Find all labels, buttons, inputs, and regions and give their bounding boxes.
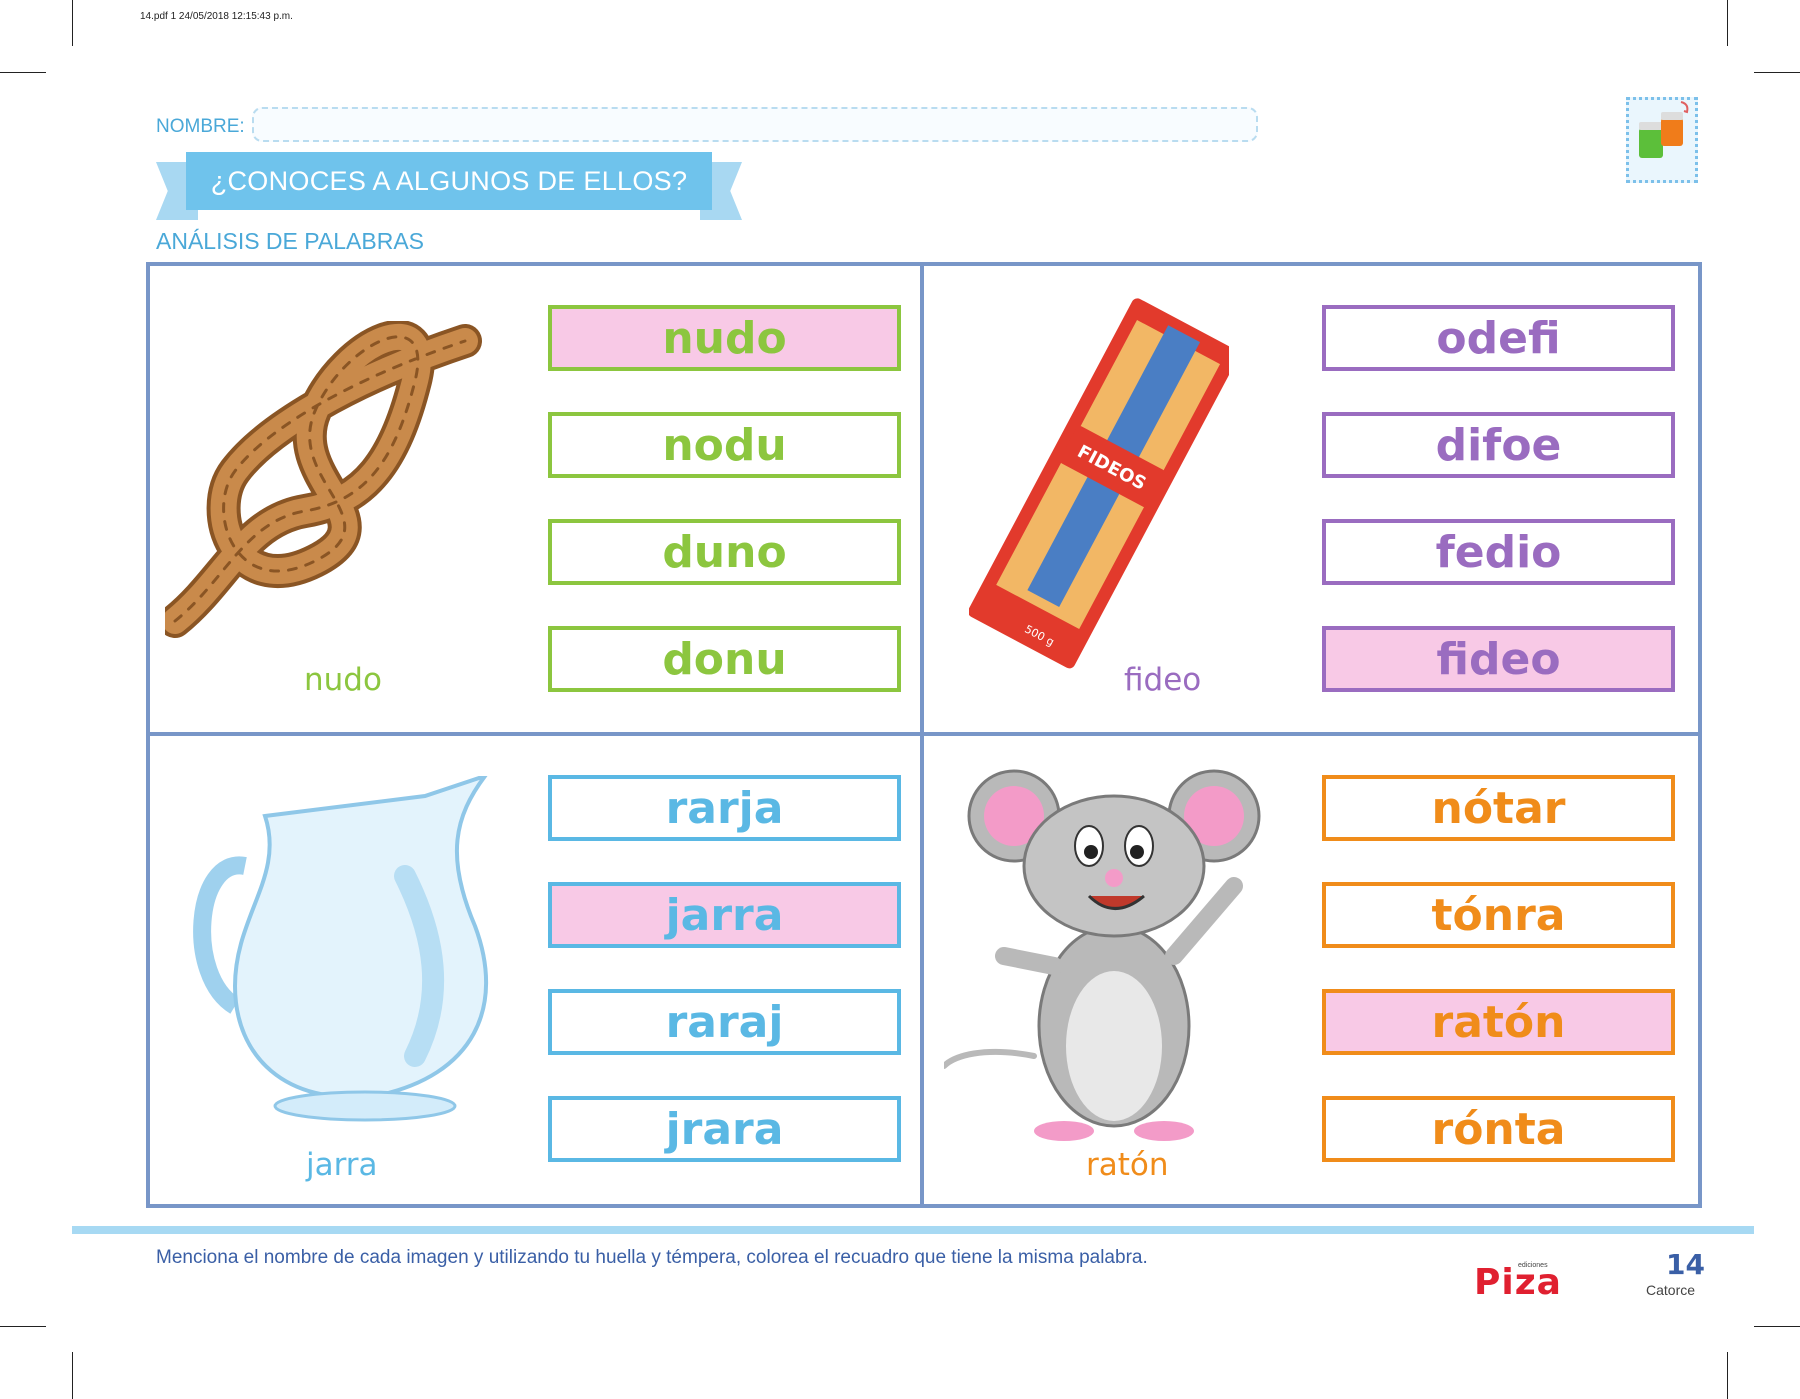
crop-mark	[1754, 1326, 1800, 1327]
picture-caption: fideo	[1124, 662, 1202, 698]
word-option[interactable]: duno	[548, 519, 901, 585]
quadrant-jarra: jarra rarja jarra raraj jrara	[150, 736, 924, 1206]
word-option[interactable]: tónra	[1322, 882, 1675, 948]
word-option[interactable]: donu	[548, 626, 901, 692]
instruction-text: Menciona el nombre de cada imagen y util…	[156, 1247, 1148, 1268]
name-field[interactable]	[252, 107, 1258, 142]
paint-jars-icon	[1626, 97, 1698, 183]
page-number: 14	[1666, 1248, 1705, 1281]
word-option[interactable]: fedio	[1322, 519, 1675, 585]
quadrant-nudo: nudo nudo nodu duno donu	[150, 266, 924, 736]
picture-caption: ratón	[1086, 1147, 1169, 1183]
word-option[interactable]: fideo	[1322, 626, 1675, 692]
word-option[interactable]: nótar	[1322, 775, 1675, 841]
quadrant-raton: ratón nótar tónra ratón rónta	[924, 736, 1698, 1206]
crop-mark	[72, 1352, 73, 1399]
crop-mark	[1727, 1352, 1728, 1399]
crop-mark	[0, 72, 46, 73]
file-meta: 14.pdf 1 24/05/2018 12:15:43 p.m.	[140, 11, 293, 22]
picture-caption: nudo	[304, 662, 382, 698]
word-option[interactable]: difoe	[1322, 412, 1675, 478]
name-label: NOMBRE:	[156, 116, 245, 137]
word-option[interactable]: jrara	[548, 1096, 901, 1162]
pasta-package-icon: FIDEOS 500 g	[968, 281, 1239, 685]
crop-mark	[0, 1326, 46, 1327]
picture-caption: jarra	[306, 1147, 378, 1183]
footer-divider	[72, 1226, 1754, 1234]
word-option[interactable]: rónta	[1322, 1096, 1675, 1162]
crop-mark	[72, 0, 73, 46]
word-option[interactable]: ratón	[1322, 989, 1675, 1055]
word-option[interactable]: jarra	[548, 882, 901, 948]
crop-mark	[1727, 0, 1728, 46]
page-subtitle: ANÁLISIS DE PALABRAS	[156, 228, 425, 254]
crop-mark	[1754, 72, 1800, 73]
word-option[interactable]: raraj	[548, 989, 901, 1055]
cartoon-mouse-icon	[941, 756, 1284, 1150]
rope-knot-icon	[158, 319, 495, 655]
word-option[interactable]: nudo	[548, 305, 901, 371]
publisher-logo: Piza	[1474, 1262, 1562, 1303]
word-option[interactable]: rarja	[548, 775, 901, 841]
page-title: ¿CONOCES A ALGUNOS DE ELLOS?	[186, 152, 712, 210]
quadrant-fideo: FIDEOS 500 g fideo odefi difoe fedio fid…	[924, 266, 1698, 736]
glass-pitcher-icon	[175, 772, 495, 1140]
word-option[interactable]: odefi	[1322, 305, 1675, 371]
word-option[interactable]: nodu	[548, 412, 901, 478]
page-number-word: Catorce	[1646, 1282, 1696, 1298]
